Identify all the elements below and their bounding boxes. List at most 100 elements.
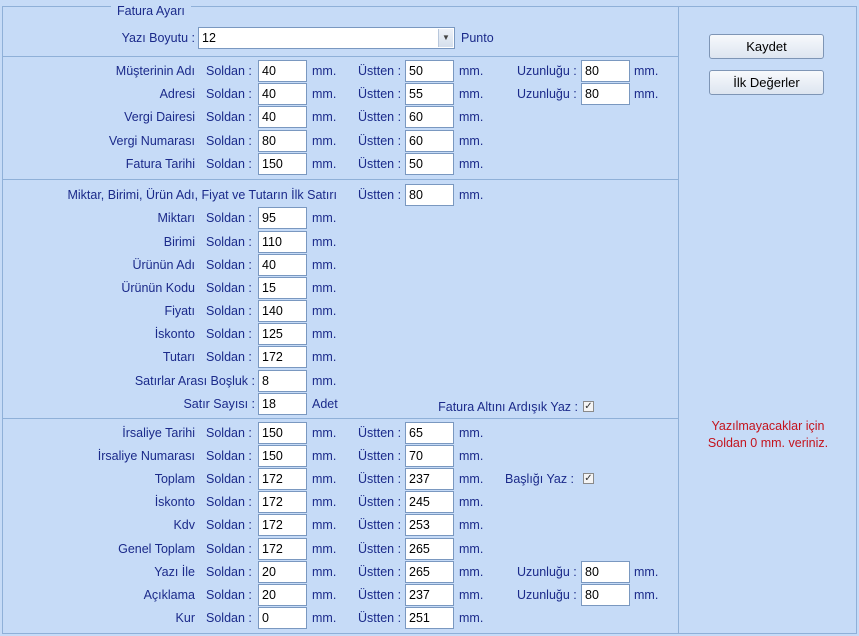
soldan-input[interactable]: 40 <box>258 106 307 128</box>
separator-3 <box>2 418 678 419</box>
uzunlugu-input[interactable]: 80 <box>581 561 630 583</box>
line-spacing-input[interactable]: 8 <box>258 370 307 392</box>
ustten-label: Üstten : <box>358 542 402 556</box>
ustten-input[interactable]: 251 <box>405 607 454 629</box>
soldan-input[interactable]: 0 <box>258 607 307 629</box>
mm-unit: mm. <box>459 134 484 148</box>
font-size-unit: Punto <box>461 31 494 45</box>
row-label: Adresi <box>159 87 195 101</box>
soldan-label: Soldan : <box>206 565 252 579</box>
soldan-input[interactable]: 150 <box>258 445 307 467</box>
row-label: İskonto <box>154 327 195 341</box>
soldan-input[interactable]: 172 <box>258 346 307 368</box>
warning-line-2: Soldan 0 mm. veriniz. <box>707 436 829 450</box>
soldan-input[interactable]: 95 <box>258 207 307 229</box>
mm-unit: mm. <box>312 495 337 509</box>
ustten-input[interactable]: 265 <box>405 538 454 560</box>
soldan-input[interactable]: 110 <box>258 231 307 253</box>
row-label: Fatura Tarihi <box>125 157 195 171</box>
ustten-input[interactable]: 70 <box>405 445 454 467</box>
ustten-label: Üstten : <box>358 188 402 202</box>
mm-unit: mm. <box>312 304 337 318</box>
ustten-label: Üstten : <box>358 157 402 171</box>
soldan-input[interactable]: 172 <box>258 514 307 536</box>
soldan-label: Soldan : <box>206 611 252 625</box>
save-button[interactable]: Kaydet <box>709 34 824 59</box>
row-label: Birimi <box>163 235 195 249</box>
mm-unit: mm. <box>312 542 337 556</box>
soldan-input[interactable]: 40 <box>258 83 307 105</box>
uzunlugu-input[interactable]: 80 <box>581 83 630 105</box>
soldan-label: Soldan : <box>206 426 252 440</box>
uzunlugu-label: Uzunluğu : <box>517 64 577 78</box>
ustten-label: Üstten : <box>358 110 402 124</box>
soldan-input[interactable]: 20 <box>258 561 307 583</box>
ustten-input[interactable]: 55 <box>405 83 454 105</box>
soldan-input[interactable]: 172 <box>258 491 307 513</box>
first-row-label: Miktar, Birimi, Ürün Adı, Fiyat ve Tutar… <box>67 188 337 202</box>
mm-unit: mm. <box>312 611 337 625</box>
row-label: Vergi Numarası <box>108 134 195 148</box>
mm-unit: mm. <box>459 426 484 440</box>
ustten-input[interactable]: 60 <box>405 106 454 128</box>
ustten-input[interactable]: 253 <box>405 514 454 536</box>
mm-unit: mm. <box>312 374 337 388</box>
ustten-input[interactable]: 65 <box>405 422 454 444</box>
ustten-input[interactable]: 237 <box>405 468 454 490</box>
mm-unit: mm. <box>312 258 337 272</box>
mm-unit: mm. <box>459 565 484 579</box>
mm-unit: mm. <box>459 472 484 486</box>
soldan-input[interactable]: 150 <box>258 422 307 444</box>
ustten-input[interactable]: 265 <box>405 561 454 583</box>
ustten-label: Üstten : <box>358 518 402 532</box>
soldan-input[interactable]: 150 <box>258 153 307 175</box>
defaults-button[interactable]: İlk Değerler <box>709 70 824 95</box>
soldan-input[interactable]: 40 <box>258 254 307 276</box>
row-label: İskonto <box>154 495 195 509</box>
consecutive-label: Fatura Altını Ardışık Yaz : <box>438 400 578 414</box>
soldan-label: Soldan : <box>206 235 252 249</box>
mm-unit: mm. <box>312 110 337 124</box>
mm-unit: mm. <box>634 64 659 78</box>
row-count-input[interactable]: 18 <box>258 393 307 415</box>
soldan-label: Soldan : <box>206 110 252 124</box>
mm-unit: mm. <box>459 87 484 101</box>
chevron-down-icon[interactable]: ▼ <box>438 29 453 47</box>
soldan-input[interactable]: 125 <box>258 323 307 345</box>
ustten-input[interactable]: 50 <box>405 153 454 175</box>
soldan-label: Soldan : <box>206 258 252 272</box>
mm-unit: mm. <box>634 565 659 579</box>
row-label: Kur <box>175 611 195 625</box>
separator-2 <box>2 179 678 180</box>
mm-unit: mm. <box>459 588 484 602</box>
soldan-input[interactable]: 80 <box>258 130 307 152</box>
soldan-input[interactable]: 20 <box>258 584 307 606</box>
mm-unit: mm. <box>312 472 337 486</box>
ustten-input[interactable]: 60 <box>405 130 454 152</box>
mm-unit: mm. <box>312 211 337 225</box>
ustten-input[interactable]: 245 <box>405 491 454 513</box>
uzunlugu-input[interactable]: 80 <box>581 584 630 606</box>
soldan-input[interactable]: 172 <box>258 538 307 560</box>
soldan-input[interactable]: 15 <box>258 277 307 299</box>
soldan-input[interactable]: 140 <box>258 300 307 322</box>
ustten-label: Üstten : <box>358 134 402 148</box>
row-label: Kdv <box>173 518 195 532</box>
soldan-label: Soldan : <box>206 350 252 364</box>
soldan-label: Soldan : <box>206 327 252 341</box>
fieldset-title: Fatura Ayarı <box>111 4 191 18</box>
title-checkbox[interactable]: ✓ <box>583 473 594 484</box>
uzunlugu-input[interactable]: 80 <box>581 60 630 82</box>
first-row-ustten-input[interactable]: 80 <box>405 184 454 206</box>
soldan-input[interactable]: 40 <box>258 60 307 82</box>
ustten-input[interactable]: 50 <box>405 60 454 82</box>
ustten-input[interactable]: 237 <box>405 584 454 606</box>
consecutive-checkbox[interactable]: ✓ <box>583 401 594 412</box>
row-label: Ürünün Kodu <box>121 281 195 295</box>
row-label: İrsaliye Tarihi <box>122 426 195 440</box>
font-size-select[interactable]: 12 ▼ <box>198 27 455 49</box>
mm-unit: mm. <box>312 134 337 148</box>
row-label: Vergi Dairesi <box>124 110 195 124</box>
soldan-input[interactable]: 172 <box>258 468 307 490</box>
mm-unit: mm. <box>312 518 337 532</box>
